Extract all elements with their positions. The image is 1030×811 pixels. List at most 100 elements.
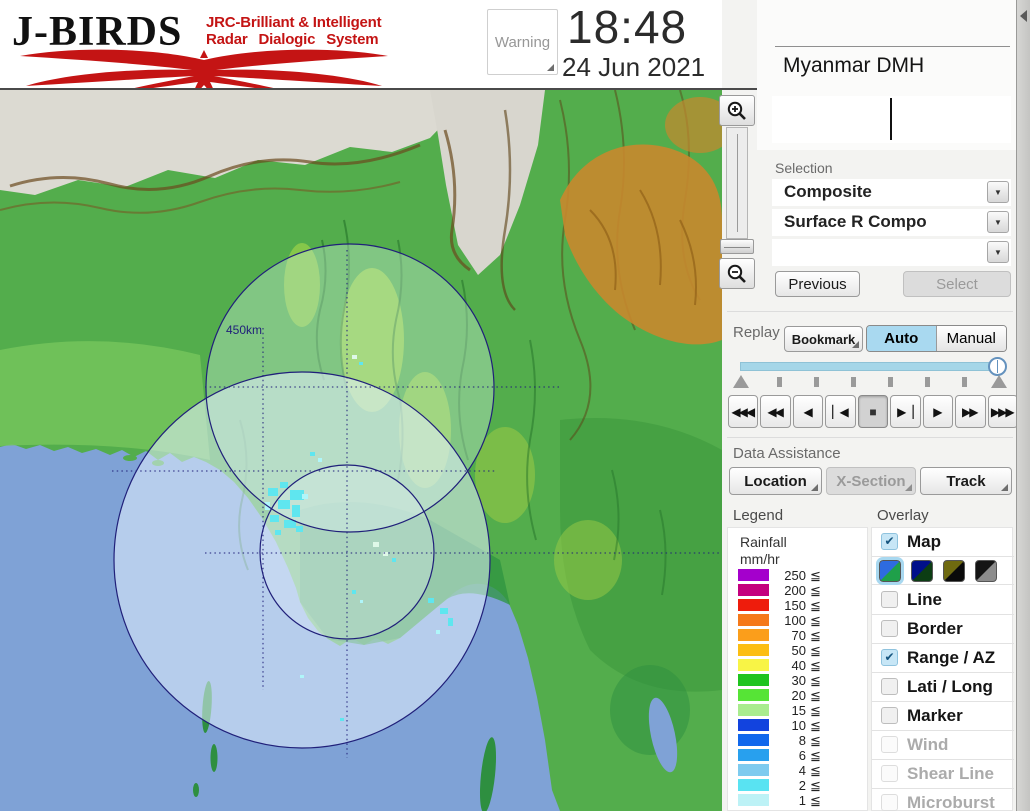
select-button[interactable]: Select xyxy=(903,271,1011,297)
lati-long-checkbox[interactable] xyxy=(881,678,898,695)
map-style-swatch[interactable] xyxy=(911,560,933,582)
selection-label: Selection xyxy=(775,160,833,176)
line-checkbox[interactable] xyxy=(881,591,898,608)
map-style-swatch[interactable] xyxy=(876,557,904,585)
overlay-item-line[interactable]: Line xyxy=(872,586,1014,615)
microburst-checkbox xyxy=(881,794,898,811)
chevron-down-icon[interactable]: ▼ xyxy=(987,211,1009,233)
text-cursor xyxy=(890,98,892,140)
map-style-swatch[interactable] xyxy=(975,560,997,582)
zoom-in-button[interactable] xyxy=(719,95,755,126)
zoom-in-icon xyxy=(727,101,746,120)
step-forward-button[interactable]: ▶▕ xyxy=(890,395,921,428)
category-dropdown[interactable]: Composite ▼ xyxy=(772,179,1011,206)
overlay-item-range-az[interactable]: ✔ Range / AZ xyxy=(872,644,1014,673)
legend-swatch xyxy=(738,689,769,701)
legend-swatch xyxy=(738,674,769,686)
zoom-out-button[interactable] xyxy=(719,258,755,289)
legend-row: 8 ≦ xyxy=(728,733,869,748)
overlay-item-border[interactable]: Border xyxy=(872,615,1014,644)
section-divider xyxy=(727,311,1013,312)
radar-map-view[interactable]: 450km xyxy=(0,89,735,811)
rewind-fastest-button[interactable]: ◀◀◀ xyxy=(728,395,759,428)
shear-line-checkbox xyxy=(881,765,898,782)
play-reverse-button[interactable]: ◀ xyxy=(792,395,824,428)
panel-collapse-strip[interactable] xyxy=(1016,0,1030,811)
legend-swatch xyxy=(738,749,769,761)
warning-button[interactable]: Warning xyxy=(487,9,558,75)
chevron-down-icon[interactable]: ▼ xyxy=(987,181,1009,203)
range-az-checkbox[interactable]: ✔ xyxy=(881,649,898,666)
zoom-out-icon xyxy=(727,264,746,283)
legend-row: 100 ≦ xyxy=(728,613,869,628)
legend-row: 1 ≦ xyxy=(728,793,869,808)
slider-start-marker[interactable] xyxy=(733,375,749,388)
zoom-slider-handle[interactable] xyxy=(720,239,754,254)
overlay-item-wind: Wind xyxy=(872,731,1014,760)
legend-row: 250 ≦ xyxy=(728,568,869,583)
app-logo: J-BIRDS JRC-Brilliant & Intelligent Rada… xyxy=(10,2,410,88)
zoom-slider-track[interactable] xyxy=(726,127,748,239)
previous-button[interactable]: Previous xyxy=(775,271,860,297)
map-style-swatch[interactable] xyxy=(943,560,965,582)
slider-end-marker[interactable] xyxy=(991,375,1007,388)
control-panel: Myanmar DMH Selection Composite ▼ Surfac… xyxy=(722,0,1018,811)
legend-row: 10 ≦ xyxy=(728,718,869,733)
overlay-item-shear-line: Shear Line xyxy=(872,760,1014,789)
stop-button[interactable]: ■ xyxy=(857,395,889,428)
map-zoom-control xyxy=(717,93,757,293)
legend-row: 30 ≦ xyxy=(728,673,869,688)
eagle-icon xyxy=(20,49,388,88)
legend-row: 4 ≦ xyxy=(728,763,869,778)
track-button[interactable]: Track xyxy=(920,467,1012,495)
overlay-label: Overlay xyxy=(877,507,929,524)
marker-checkbox[interactable] xyxy=(881,707,898,724)
logo-tagline: JRC-Brilliant & Intelligent Radar Dialog… xyxy=(206,14,382,48)
terrain-map[interactable]: 450km xyxy=(0,89,735,811)
legend-swatch xyxy=(738,599,769,611)
legend-row: 40 ≦ xyxy=(728,658,869,673)
legend-swatch xyxy=(738,734,769,746)
chevron-down-icon[interactable]: ▼ xyxy=(987,241,1009,263)
manual-mode-button[interactable]: Manual xyxy=(936,326,1006,351)
product-dropdown[interactable]: Surface R Compo ▼ xyxy=(772,209,1011,236)
forward-button[interactable]: ▶▶ xyxy=(955,395,986,428)
legend-swatch xyxy=(738,614,769,626)
overlay-item-lati-long[interactable]: Lati / Long xyxy=(872,673,1014,702)
legend-label: Legend xyxy=(733,507,784,524)
overlay-item-marker[interactable]: Marker xyxy=(872,702,1014,731)
collapse-arrow-icon xyxy=(1020,10,1027,22)
legend-swatch xyxy=(738,794,769,806)
auto-mode-button[interactable]: Auto xyxy=(867,326,937,351)
play-button[interactable]: ▶ xyxy=(922,395,954,428)
time-slider[interactable] xyxy=(740,357,1007,376)
legend-row: 20 ≦ xyxy=(728,688,869,703)
bookmark-button[interactable]: Bookmark xyxy=(784,326,863,352)
legend-swatch xyxy=(738,764,769,776)
legend-row: 15 ≦ xyxy=(728,703,869,718)
x-section-button[interactable]: X-Section xyxy=(826,467,916,495)
clock-date: 24 Jun 2021 xyxy=(562,52,706,82)
forward-fastest-button[interactable]: ▶▶▶ xyxy=(987,395,1018,428)
legend-row: 6 ≦ xyxy=(728,748,869,763)
border-checkbox[interactable] xyxy=(881,620,898,637)
overlay-item-microburst: Microburst xyxy=(872,789,1014,811)
legend-swatch xyxy=(738,569,769,581)
legend-row: 70 ≦ xyxy=(728,628,869,643)
site-name: Myanmar DMH xyxy=(783,54,925,77)
map-checkbox[interactable]: ✔ xyxy=(881,533,898,550)
time-slider-ticks xyxy=(733,374,1013,390)
legend-swatch xyxy=(738,779,769,791)
rewind-button[interactable]: ◀◀ xyxy=(760,395,791,428)
legend-swatch xyxy=(738,584,769,596)
replay-mode-toggle: Auto Manual xyxy=(866,325,1007,352)
legend-row: 150 ≦ xyxy=(728,598,869,613)
option-dropdown[interactable]: ▼ xyxy=(772,239,1011,266)
location-button[interactable]: Location xyxy=(729,467,822,495)
legend-swatch xyxy=(738,629,769,641)
step-back-button[interactable]: ▏◀ xyxy=(825,395,856,428)
site-input-field[interactable] xyxy=(772,96,1011,143)
overlay-item-map[interactable]: ✔ Map xyxy=(872,528,1014,557)
range-label: 450km xyxy=(226,323,262,337)
replay-label: Replay xyxy=(733,324,780,341)
